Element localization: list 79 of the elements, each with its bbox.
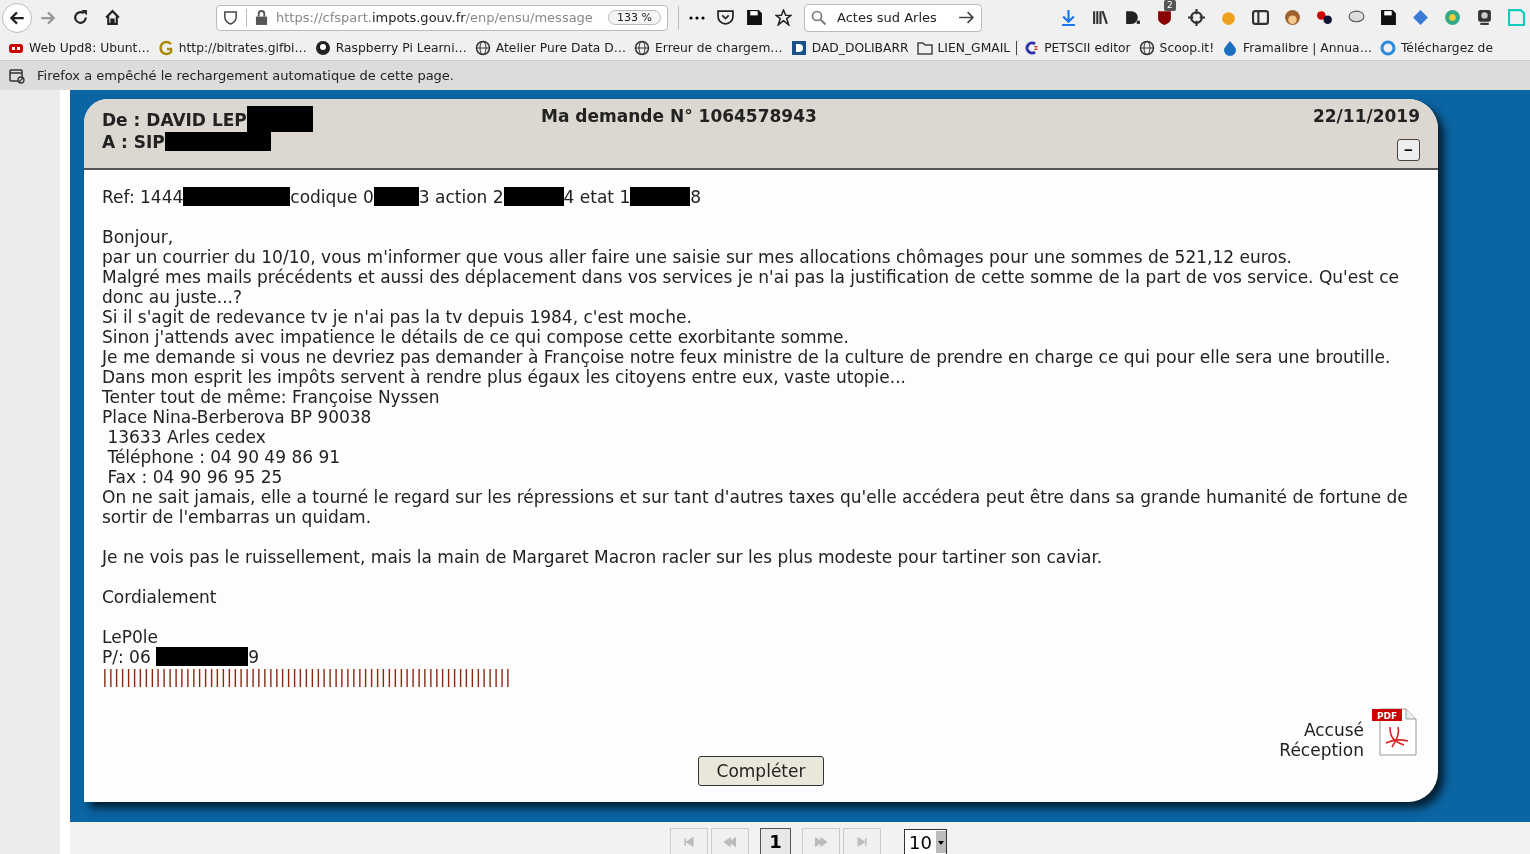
- message-text: Fax : 04 90 96 95 25: [106, 466, 283, 487]
- page-size-select[interactable]: 10: [904, 829, 947, 854]
- bookmark[interactable]: http://bitrates.gifbi…: [157, 39, 307, 56]
- redaction-block: [373, 186, 419, 206]
- bookmark[interactable]: Raspberry Pi Learni…: [314, 39, 467, 56]
- message-text: A : SIP: [102, 132, 165, 152]
- ring-icon: [1379, 39, 1396, 56]
- collapse-button[interactable]: −: [1397, 138, 1420, 161]
- zoom-level[interactable]: 133 %: [608, 10, 661, 25]
- address-bar[interactable]: https://cfspart.impots.gouv.fr/enp/ensu/message 133 %: [216, 4, 668, 31]
- letter-d-icon[interactable]: [1124, 9, 1141, 26]
- balls-icon[interactable]: [1316, 9, 1333, 26]
- message-text: Place Nina-Berberova BP 90038: [102, 406, 372, 427]
- message-text: Cordialement: [102, 586, 217, 607]
- message-text: Bonjour,: [102, 226, 174, 247]
- star-icon[interactable]: [775, 9, 792, 26]
- home-icon[interactable]: [103, 9, 121, 26]
- message-text: par un courrier du 10/10, vous m'informer que vous aller faire une saisie sur mes allocations chômages pour une sommes de 521,12 euros.: [102, 246, 1292, 267]
- blocked-page-icon: [9, 67, 25, 84]
- reload-icon[interactable]: [71, 9, 89, 26]
- url-text: https://cfspart.impots.gouv.fr/enp/ensu/message: [276, 10, 594, 25]
- message-text: Téléphone : 04 90 49 86 91: [106, 446, 341, 467]
- redaction-block: [630, 186, 691, 206]
- crosshair-icon[interactable]: [1188, 9, 1205, 26]
- message-text: Sinon j'attends avec impatience le détails de ce qui compose cette exorbitante somme.: [102, 326, 849, 347]
- arrow-icon[interactable]: [958, 9, 975, 26]
- shield-icon[interactable]: [1156, 9, 1173, 26]
- bookmark[interactable]: LIEN_GMAIL: [916, 39, 1011, 56]
- message-text: De : DAVID LEP: [102, 110, 247, 130]
- message-text: Ref: 1444: [102, 186, 184, 207]
- message-text: Tenter tout de même: Françoise Nyssen: [102, 386, 440, 407]
- bookmark[interactable]: Atelier Pure Data D…: [474, 39, 627, 56]
- message-text: Dans mon esprit les impôts servent à rendre plus égaux les citoyens entre eux, vaste utopie...: [102, 366, 906, 387]
- message-date: 22/11/2019: [1312, 106, 1420, 126]
- message-text: 8: [690, 186, 702, 207]
- bookmark[interactable]: Web Upd8: Ubunt…: [8, 39, 150, 56]
- bookmark[interactable]: Erreur de chargem…: [634, 39, 783, 56]
- message-text: codique 0: [290, 186, 374, 207]
- count-badge: 2: [1164, 0, 1176, 11]
- search-icon: [811, 9, 827, 26]
- webcam-icon[interactable]: [1476, 9, 1493, 26]
- bookmark[interactable]: Téléchargez de: [1379, 39, 1493, 56]
- lock-icon: [255, 10, 268, 25]
- message-text: P/: 06: [102, 646, 152, 667]
- folder-icon: [916, 39, 933, 56]
- drop-icon: [1222, 39, 1239, 56]
- message-text: Je me demande si vous ne devriez pas demander à Françoise notre feux ministre de la culture de prendre en charge ce qui pour elle sera une broutille.: [102, 346, 1391, 367]
- back-button[interactable]: [2, 2, 32, 33]
- message-text: Je ne vois pas le ruissellement, mais la main de Margaret Macron racler sur les plus modeste pour tartiner son caviar.: [102, 546, 1103, 567]
- shield-icon: [223, 10, 238, 25]
- page-number-button[interactable]: 1: [760, 828, 791, 854]
- letter-g-icon: [157, 39, 174, 56]
- complete-button[interactable]: Compléter: [697, 756, 825, 786]
- message-title: Ma demande N° 1064578943: [541, 106, 817, 128]
- letter-d-icon: [790, 39, 807, 56]
- bookmark[interactable]: Framalibre | Annua…: [1222, 39, 1372, 56]
- message-text: Malgré mes mails précédents et aussi des déplacement dans vos services je n'ai pas la justification de cette somme de la part de vos service. Qu'est ce donc au juste...?: [102, 266, 1400, 307]
- message-text: 9: [248, 646, 259, 667]
- message-text: Si il s'agit de redevance tv je n'ai pas la tv depuis 1984, c'est moche.: [102, 306, 692, 327]
- redaction-block: [503, 186, 564, 206]
- pocket-icon[interactable]: [717, 9, 734, 26]
- separator-bars: |||||||||||||||||||||||||||||||||||||||||||||||||||||||||||||||||||||: [102, 666, 511, 687]
- message-text: 13633 Arles cedex: [106, 426, 266, 447]
- caret-icon[interactable]: [935, 831, 946, 853]
- receipt-link[interactable]: Accusé Réception: [1279, 719, 1364, 760]
- message-text: LeP0le: [102, 626, 158, 647]
- bookmark[interactable]: PETSCII editor: [1023, 39, 1131, 56]
- bookmark[interactable]: DAD_DOLIBARR: [790, 39, 909, 56]
- sidebar-icon[interactable]: [1252, 9, 1269, 26]
- message-text: 4 etat 1: [563, 186, 631, 207]
- search-field[interactable]: Actes sud Arles: [804, 3, 982, 32]
- notification-text: Firefox a empêché le rechargement automatique de cette page.: [37, 68, 454, 83]
- download-icon[interactable]: [1060, 9, 1077, 26]
- bookmark[interactable]: Scoop.it!: [1138, 39, 1215, 56]
- letter-c-icon: [1023, 39, 1040, 56]
- library-icon[interactable]: [1092, 9, 1109, 26]
- message-text: 3 action 2: [418, 186, 504, 207]
- message-text: On ne sait jamais, elle a tourné le regard sur les répressions et sur tant d'autres taxes qu'elle accédera peut être dans sa grande humanité de fortune de sortir de l'embarras un quidam.: [102, 486, 1409, 527]
- diamond-icon[interactable]: [1412, 9, 1429, 26]
